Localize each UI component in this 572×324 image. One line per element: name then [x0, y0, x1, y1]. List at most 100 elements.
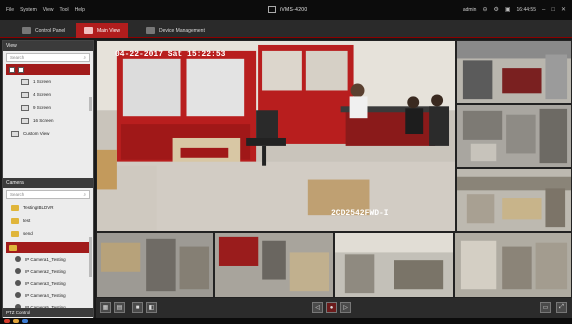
tab-device-management[interactable]: Device Management [138, 23, 213, 38]
camera-feed [457, 105, 571, 167]
snapshot-icon[interactable]: ◧ [146, 302, 157, 313]
os-taskbar [0, 318, 572, 324]
app-title-text: iVMS-4200 [280, 6, 308, 13]
device-management-icon [146, 27, 155, 34]
camera-feed [457, 169, 571, 231]
video-grid: 04-22-2017 Sat 15:22:53 2CD2542FWD-I [96, 40, 572, 298]
camera-icon [15, 280, 21, 286]
checkbox-icon[interactable] [9, 66, 15, 73]
tab-label: Device Management [159, 27, 205, 34]
clock-time: 16:44:55 [516, 6, 536, 13]
taskbar-app-icon[interactable] [4, 319, 10, 323]
tab-label: Control Panel [35, 27, 66, 34]
tab-main-view[interactable]: Main View [76, 23, 128, 38]
lock-icon[interactable]: ⊖ [482, 6, 487, 13]
window-mode-icon[interactable]: ▭ [540, 302, 551, 313]
playback-controls: ▦ ▤ ■ ◧ ◁ ● ▷ ▭ ⤢ [96, 298, 572, 318]
stop-all-icon[interactable]: ■ [132, 302, 143, 313]
menu-file[interactable]: File [6, 7, 14, 13]
taskbar-app-icon[interactable] [13, 319, 19, 323]
camera-feed [97, 233, 213, 297]
minimize-icon[interactable]: – [542, 7, 545, 13]
settings-icon[interactable]: ⚙ [493, 6, 498, 13]
menu-items: File System View Tool Help [6, 7, 85, 13]
camera-group-selected-bar[interactable] [6, 242, 90, 253]
panel-spacer [3, 140, 93, 178]
user-name: admin [462, 6, 477, 13]
fullscreen-icon[interactable]: ⤢ [556, 302, 567, 313]
close-icon[interactable]: ✕ [561, 6, 566, 13]
menu-help[interactable]: Help [75, 7, 85, 13]
camera-icon [15, 256, 21, 262]
menu-system[interactable]: System [20, 7, 37, 13]
camera-list-item[interactable]: IP Camera3_Testing [3, 277, 93, 289]
camera-group-item[interactable]: test [3, 214, 93, 227]
main-camera-feed [97, 41, 455, 231]
menubar: File System View Tool Help iVMS-4200 adm… [0, 0, 572, 20]
camera-feed [215, 233, 333, 297]
app-title: iVMS-4200 [268, 6, 307, 13]
folder-icon [11, 204, 19, 211]
screen-layout-icon [21, 78, 29, 85]
status-area: admin ⊖ ⚙ ▣ 16:44:55 – □ ✕ [462, 6, 566, 14]
camera-list-item[interactable]: IP Camera1_Testing [3, 253, 93, 265]
ptz-control-header[interactable]: PTZ Control [3, 308, 93, 317]
camera-scrollbar[interactable] [89, 237, 92, 277]
view-group-bar[interactable] [6, 64, 90, 75]
video-tile[interactable] [456, 104, 572, 168]
video-tile[interactable] [454, 232, 572, 298]
view-item-1-screen[interactable]: 1 Screen [3, 75, 93, 88]
custom-view-item[interactable]: Custom View [3, 127, 93, 140]
tab-bar: Control Panel Main View Device Managemen… [0, 20, 572, 38]
next-page-icon[interactable]: ▷ [340, 302, 351, 313]
video-tile-main[interactable]: 04-22-2017 Sat 15:22:53 2CD2542FWD-I [96, 40, 456, 232]
video-tile[interactable] [214, 232, 334, 298]
view-panel-header: View [3, 41, 93, 51]
video-tile[interactable] [334, 232, 454, 298]
previous-page-icon[interactable]: ◁ [312, 302, 323, 313]
search-icon[interactable]: ⌕ [83, 192, 86, 197]
camera-search-input[interactable]: Search ⌕ [6, 190, 90, 199]
camera-feed [457, 41, 571, 103]
screen-layout-icon [21, 104, 29, 111]
camera-icon [15, 292, 21, 298]
camera-list-item[interactable]: IP Camera2_Testing [3, 265, 93, 277]
menu-view[interactable]: View [43, 7, 54, 13]
camera-feed [455, 233, 571, 297]
timestamp-overlay: 04-22-2017 Sat 15:22:53 [115, 50, 226, 59]
tab-label: Main View [97, 27, 120, 34]
folder-icon [9, 244, 17, 251]
custom-view-icon [11, 130, 19, 137]
record-icon[interactable]: ● [326, 302, 337, 313]
layout-grid-icon[interactable]: ▦ [100, 302, 111, 313]
search-icon[interactable]: ⌕ [83, 55, 86, 60]
video-tile[interactable] [456, 168, 572, 232]
view-item-16-screen[interactable]: 16 Screen [3, 114, 93, 127]
info-icon[interactable]: ▣ [505, 6, 511, 13]
menu-tool[interactable]: Tool [59, 7, 68, 13]
view-item-9-screen[interactable]: 9 Screen [3, 101, 93, 114]
tab-control-panel[interactable]: Control Panel [14, 23, 73, 38]
layout-toggle-icon[interactable]: ▤ [114, 302, 125, 313]
view-search-input[interactable]: Search ⌕ [6, 53, 90, 62]
main-view-icon [84, 27, 93, 34]
video-tile[interactable] [96, 232, 214, 298]
view-scrollbar[interactable] [89, 97, 92, 111]
screen-layout-icon [21, 91, 29, 98]
camera-panel-header: Camera [3, 178, 93, 188]
view-item-4-screen[interactable]: 4 Screen [3, 88, 93, 101]
screen-layout-icon [21, 117, 29, 124]
camera-icon [15, 268, 21, 274]
camera-group-item[interactable]: TestingIBLDVR [3, 201, 93, 214]
camera-label-overlay: 2CD2542FWD-I [331, 209, 389, 218]
camera-list-item[interactable]: IP Camera4_Testing [3, 289, 93, 301]
left-panel: View Search ⌕ 1 Screen 4 Screen 9 Screen… [2, 40, 94, 324]
camera-feed [335, 233, 453, 297]
checkbox-icon[interactable] [18, 66, 24, 73]
taskbar-app-icon[interactable] [22, 319, 28, 323]
control-panel-icon [22, 27, 31, 34]
folder-icon [11, 217, 19, 224]
camera-group-item[interactable]: send [3, 227, 93, 240]
video-tile[interactable] [456, 40, 572, 104]
maximize-icon[interactable]: □ [551, 7, 555, 13]
